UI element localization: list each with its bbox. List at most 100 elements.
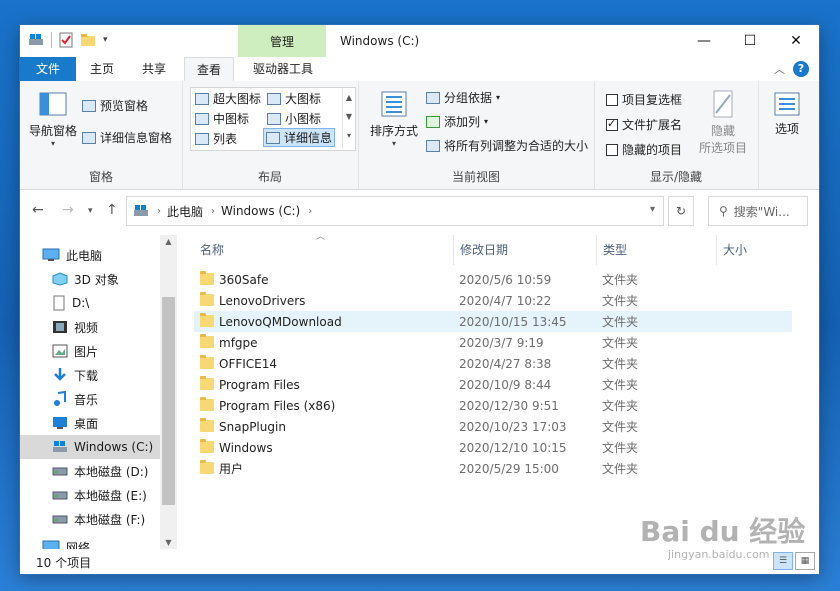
breadcrumb-windows-c[interactable]: Windows (C:)	[221, 204, 300, 218]
layout-extra-large-icons[interactable]: 超大图标	[195, 90, 261, 107]
document-icon	[53, 295, 65, 311]
hide-selected-button[interactable]: 隐藏 所选项目	[690, 89, 756, 156]
fit-columns-button[interactable]: 将所有列调整为合适的大小	[426, 137, 588, 154]
dropdown-arrow-icon: ▾	[496, 93, 501, 102]
search-input[interactable]: ⚲ 搜索"Wi...	[708, 196, 808, 226]
watermark-url: jingyan.baidu.com	[668, 548, 770, 561]
address-bar[interactable]: › 此电脑 › Windows (C:) › ▾	[126, 196, 664, 226]
window-title: Windows (C:)	[340, 34, 420, 48]
extra-large-icons-icon	[195, 92, 209, 105]
tab-home[interactable]: 主页	[80, 57, 124, 81]
back-arrow-icon[interactable]: ←	[32, 202, 44, 218]
layout-scroll[interactable]: ▲ ▼ ▾	[342, 88, 355, 148]
nav-item-network[interactable]: 网络	[42, 535, 178, 549]
large-icons-view-icon: ▦	[800, 556, 810, 566]
column-header-type[interactable]: 类型	[597, 235, 717, 265]
column-header-name[interactable]: 名称	[194, 235, 454, 265]
large-icons-view-button[interactable]: ▦	[795, 552, 815, 570]
scroll-up-icon[interactable]: ▲	[160, 237, 177, 246]
tab-drive-tools[interactable]: 驱动器工具	[242, 57, 324, 81]
item-checkboxes-toggle[interactable]: 项目复选框	[606, 91, 682, 108]
file-extensions-toggle[interactable]: 文件扩展名	[606, 116, 682, 133]
nav-item-this-pc[interactable]: 此电脑	[42, 243, 178, 267]
sort-by-button[interactable]: 排序方式 ▾	[368, 89, 420, 148]
group-show-hide: 项目复选框 文件扩展名 隐藏的项目 隐藏 所选项目 显示/隐藏	[594, 81, 759, 189]
file-date: 2020/5/29 15:00	[459, 461, 559, 476]
group-label-current-view: 当前视图	[451, 170, 500, 184]
nav-item-windows-c[interactable]: Windows (C:)	[20, 435, 175, 459]
properties-icon[interactable]	[59, 32, 73, 48]
table-row[interactable]: Windows 2020/12/10 10:15 文件夹	[194, 437, 792, 458]
up-arrow-icon[interactable]: ↑	[106, 202, 118, 218]
video-icon	[53, 321, 67, 333]
layout-details[interactable]: 详细信息	[263, 128, 336, 147]
details-icon	[266, 131, 280, 144]
preview-pane-icon	[82, 99, 96, 112]
drive-icon[interactable]	[28, 33, 44, 47]
tab-share[interactable]: 共享	[132, 57, 176, 81]
nav-pane-button[interactable]: 导航窗格 ▾	[26, 91, 80, 148]
maximize-button[interactable]: ☐	[727, 25, 773, 57]
recent-locations-icon[interactable]: ▾	[88, 206, 93, 216]
forward-arrow-icon[interactable]: →	[62, 202, 74, 218]
checkbox-item-checkboxes[interactable]	[606, 93, 618, 106]
column-header-date[interactable]: 修改日期	[454, 235, 597, 265]
folder-icon	[200, 355, 214, 369]
group-by-button[interactable]: 分组依据 ▾	[426, 89, 500, 106]
details-pane-icon	[82, 131, 96, 144]
collapse-ribbon-icon[interactable]: ︿	[774, 61, 785, 77]
table-row[interactable]: SnapPlugin 2020/10/23 17:03 文件夹	[194, 416, 792, 437]
details-view-button[interactable]: ☰	[773, 552, 793, 570]
dropdown-arrow-icon: ▾	[50, 139, 55, 148]
music-icon	[54, 391, 66, 406]
layout-small-icons[interactable]: 小图标	[267, 110, 321, 127]
hidden-items-toggle[interactable]: 隐藏的项目	[606, 141, 682, 158]
folder-icon	[200, 418, 214, 432]
refresh-button[interactable]: ↻	[668, 196, 694, 226]
hide-selected-icon	[713, 90, 733, 118]
table-row[interactable]: Program Files (x86) 2020/12/30 9:51 文件夹	[194, 395, 792, 416]
customize-qat-icon[interactable]: ▾	[103, 35, 108, 45]
scroll-thumb[interactable]	[162, 297, 175, 505]
checkbox-file-extensions[interactable]	[606, 117, 618, 131]
tab-manage[interactable]: 管理	[238, 25, 326, 57]
table-row[interactable]: LenovoQMDownload 2020/10/15 13:45 文件夹	[194, 311, 792, 332]
table-row[interactable]: 用户 2020/5/29 15:00 文件夹	[194, 458, 792, 479]
file-type: 文件夹	[602, 420, 639, 434]
breadcrumb-chevron-icon[interactable]: ›	[308, 206, 312, 217]
drive-icon	[134, 205, 148, 216]
scroll-down-icon[interactable]: ▼	[160, 538, 177, 547]
preview-pane-button[interactable]: 预览窗格	[82, 97, 148, 114]
column-header-size[interactable]: 大小	[717, 235, 816, 265]
tab-view[interactable]: 查看	[184, 57, 234, 83]
options-button[interactable]: 选项	[764, 91, 810, 137]
close-button[interactable]: ✕	[773, 25, 819, 57]
file-type: 文件夹	[602, 336, 639, 350]
file-type: 文件夹	[602, 357, 639, 371]
checkbox-hidden-items[interactable]	[606, 143, 618, 156]
search-icon: ⚲	[719, 204, 728, 218]
layout-list[interactable]: 列表	[195, 130, 237, 147]
minimize-button[interactable]: —	[681, 25, 727, 57]
details-pane-button[interactable]: 详细信息窗格	[82, 129, 172, 146]
breadcrumb-chevron-icon[interactable]: ›	[211, 206, 215, 217]
table-row[interactable]: mfgpe 2020/3/7 9:19 文件夹	[194, 332, 792, 353]
table-row[interactable]: 360Safe 2020/5/6 10:59 文件夹	[194, 269, 792, 290]
breadcrumb-chevron-icon[interactable]: ›	[157, 206, 161, 217]
add-column-button[interactable]: 添加列 ▾	[426, 113, 488, 130]
layout-large-icons[interactable]: 大图标	[267, 90, 321, 107]
table-row[interactable]: Program Files 2020/10/9 8:44 文件夹	[194, 374, 792, 395]
new-folder-icon[interactable]	[80, 33, 96, 47]
table-row[interactable]: OFFICE14 2020/4/27 8:38 文件夹	[194, 353, 792, 374]
details-view-icon: ☰	[778, 556, 788, 566]
breadcrumb-this-pc[interactable]: 此电脑	[167, 203, 203, 220]
layout-medium-icons[interactable]: 中图标	[195, 110, 249, 127]
table-row[interactable]: LenovoDrivers 2020/4/7 10:22 文件夹	[194, 290, 792, 311]
tab-file[interactable]: 文件	[20, 57, 76, 81]
title-bar: ▾ 管理 Windows (C:) — ☐ ✕	[20, 25, 819, 57]
file-name: OFFICE14	[219, 356, 278, 371]
system-drive-icon	[53, 441, 67, 452]
address-dropdown-icon[interactable]: ▾	[650, 204, 655, 215]
nav-pane-scrollbar[interactable]: ▲ ▼	[160, 235, 177, 549]
help-icon[interactable]: ?	[793, 61, 809, 77]
